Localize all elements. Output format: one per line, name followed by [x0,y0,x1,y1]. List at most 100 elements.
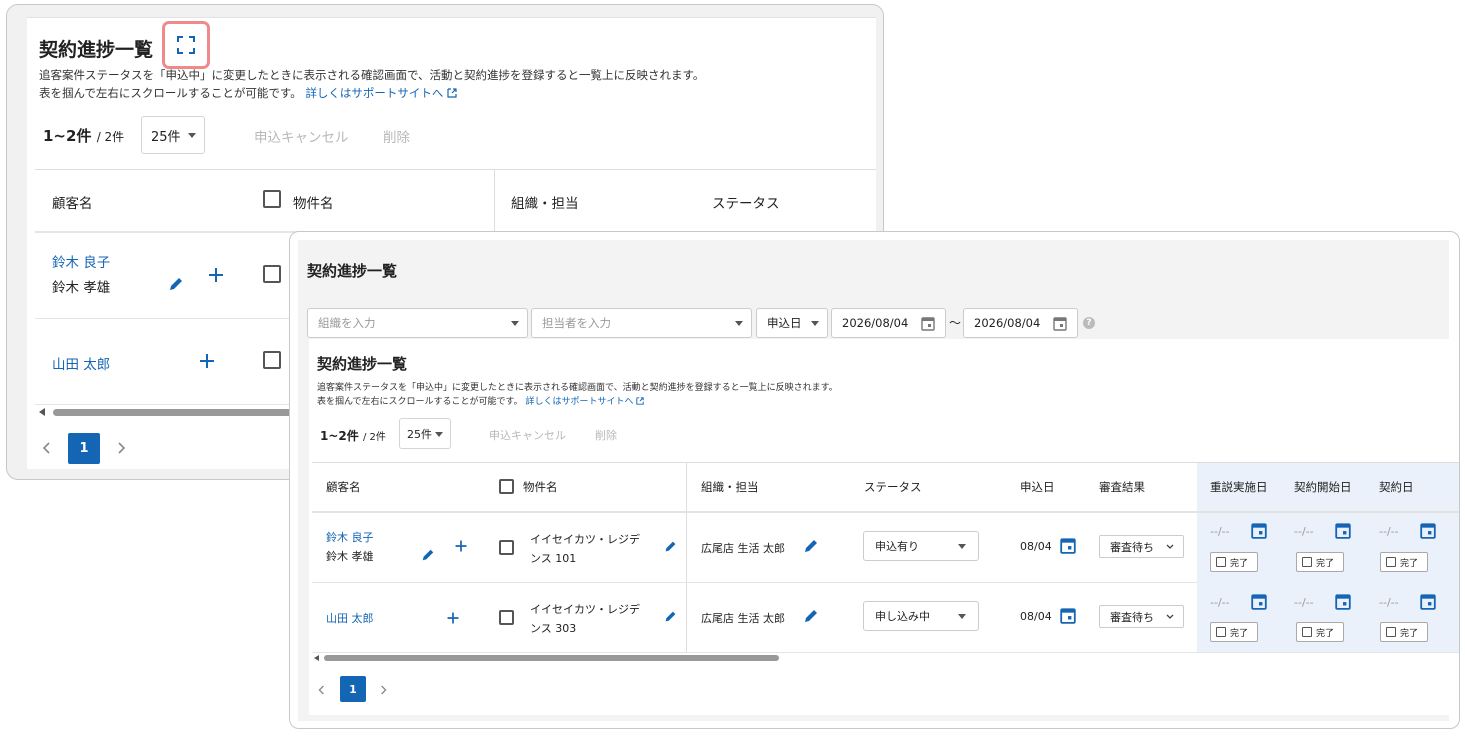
plus-icon[interactable] [446,611,460,625]
customer-link[interactable]: 鈴木 良子 [52,251,110,271]
property-name: イイセイカツ・レジデンス 303 [530,603,640,635]
description-line2: 表を掴んで左右にスクロールすることが可能です。 詳しくはサポートサイトへ [39,85,457,101]
apply-date: 08/04 [1020,540,1052,553]
front-window: 契約進捗一覧 組織を入力 担当者を入力 申込日 2026/08/04 〜 202… [289,231,1460,729]
date-to-input[interactable]: 2026/08/04 [963,308,1078,338]
divider [312,652,1459,653]
status-select[interactable]: 申し込み中 [863,601,979,631]
chevron-right-icon[interactable] [380,684,388,696]
contract-date-empty: --/-- [1379,596,1399,609]
done-checkbox[interactable]: 完了 [1210,622,1258,642]
done-checkbox[interactable]: 完了 [1296,622,1344,642]
date-type-select[interactable]: 申込日 [756,308,828,338]
row-checkbox[interactable] [263,351,281,369]
divider [312,511,1459,513]
plus-icon[interactable] [198,352,216,370]
chevron-down-icon [811,321,819,326]
per-page-select[interactable]: 25件 [141,116,205,154]
review-select[interactable]: 審査待ち [1099,535,1184,558]
cancel-button[interactable]: 申込キャンセル [254,126,349,146]
progress-card: 契約進捗一覧 追客案件ステータスを「申込中」に変更したときに表示される確認画面で… [309,339,1459,715]
horizontal-scrollbar[interactable] [324,655,779,661]
done-checkbox[interactable]: 完了 [1210,552,1258,572]
customer-sub: 鈴木 孝雄 [326,550,374,563]
customer-link[interactable]: 鈴木 良子 [326,529,374,545]
calendar-icon[interactable] [1420,522,1436,539]
horizontal-scrollbar[interactable] [53,409,293,416]
explain-date-empty: --/-- [1210,596,1230,609]
row-checkbox[interactable] [499,540,514,555]
header-property: 物件名 [293,196,334,212]
date-from-input[interactable]: 2026/08/04 [831,308,946,338]
calendar-icon[interactable] [1335,593,1351,610]
staff-select[interactable]: 担当者を入力 [531,308,752,338]
pencil-icon[interactable] [664,610,677,623]
select-all-checkbox[interactable] [263,190,281,208]
header-explain-date: 重説実施日 [1210,480,1268,494]
header-status: ステータス [864,480,922,494]
divider [35,404,295,405]
header-org: 組織・担当 [701,480,759,494]
org-staff: 広尾店 生活 太郎 [701,542,785,555]
calendar-icon[interactable] [921,316,935,331]
external-link-icon [447,88,457,98]
chevron-down-icon [435,432,443,437]
calendar-icon[interactable] [1060,537,1076,554]
calendar-icon[interactable] [1060,607,1076,624]
support-link[interactable]: 詳しくはサポートサイトへ [305,86,443,100]
pencil-icon[interactable] [421,548,435,562]
chevron-down-icon [1166,544,1174,549]
header-apply-date: 申込日 [1020,480,1055,494]
chevron-down-icon [188,133,196,138]
status-select[interactable]: 申込有り [863,531,979,561]
header-start-date: 契約開始日 [1294,480,1352,494]
page-title: 契約進捗一覧 [307,262,398,280]
pencil-icon[interactable] [664,540,677,553]
chevron-left-icon[interactable] [41,441,51,455]
chevron-down-icon [1166,614,1174,619]
row-checkbox[interactable] [499,610,514,625]
customer-link[interactable]: 山田 太郎 [52,353,110,373]
chevron-left-icon[interactable] [317,684,325,696]
chevron-down-icon [511,321,519,326]
done-checkbox[interactable]: 完了 [1296,552,1344,572]
calendar-icon[interactable] [1251,522,1267,539]
row-checkbox[interactable] [263,265,281,283]
chevron-right-icon[interactable] [117,441,127,455]
done-checkbox[interactable]: 完了 [1380,622,1428,642]
done-checkbox[interactable]: 完了 [1380,552,1428,572]
per-page-select[interactable]: 25件 [399,418,451,449]
description-text: 表を掴んで左右にスクロールすることが可能です。 [39,86,302,100]
scroll-left-arrow[interactable] [314,655,319,661]
description-line2: 表を掴んで左右にスクロールすることが可能です。 詳しくはサポートサイトへ [317,394,645,407]
org-select[interactable]: 組織を入力 [307,308,528,338]
pencil-icon[interactable] [803,538,819,554]
support-link[interactable]: 詳しくはサポートサイトへ [526,397,634,407]
header-org: 組織・担当 [511,196,579,212]
pencil-icon[interactable] [168,276,184,292]
apply-date: 08/04 [1020,610,1052,623]
description-text: 表を掴んで左右にスクロールすることが可能です。 [317,397,523,407]
select-all-checkbox[interactable] [499,479,514,494]
header-review: 審査結果 [1099,480,1145,494]
scroll-left-arrow[interactable] [39,408,45,416]
help-icon[interactable]: ? [1083,317,1095,329]
calendar-icon[interactable] [1420,593,1436,610]
page-button-active[interactable]: 1 [68,433,100,464]
plus-icon[interactable] [454,539,468,553]
expand-button[interactable] [162,21,210,69]
chevron-down-icon [958,614,966,619]
calendar-icon[interactable] [1053,316,1067,331]
page-title: 契約進捗一覧 [39,39,154,61]
page-button-active[interactable]: 1 [340,676,366,702]
pencil-icon[interactable] [803,608,819,624]
delete-button[interactable]: 削除 [383,126,410,146]
review-select[interactable]: 審査待ち [1099,605,1184,628]
plus-icon[interactable] [207,266,225,284]
delete-button[interactable]: 削除 [595,427,617,443]
calendar-icon[interactable] [1251,593,1267,610]
calendar-icon[interactable] [1335,522,1351,539]
customer-link[interactable]: 山田 太郎 [326,610,374,626]
property-name: イイセイカツ・レジデンス 101 [530,533,640,565]
cancel-button[interactable]: 申込キャンセル [489,427,566,443]
